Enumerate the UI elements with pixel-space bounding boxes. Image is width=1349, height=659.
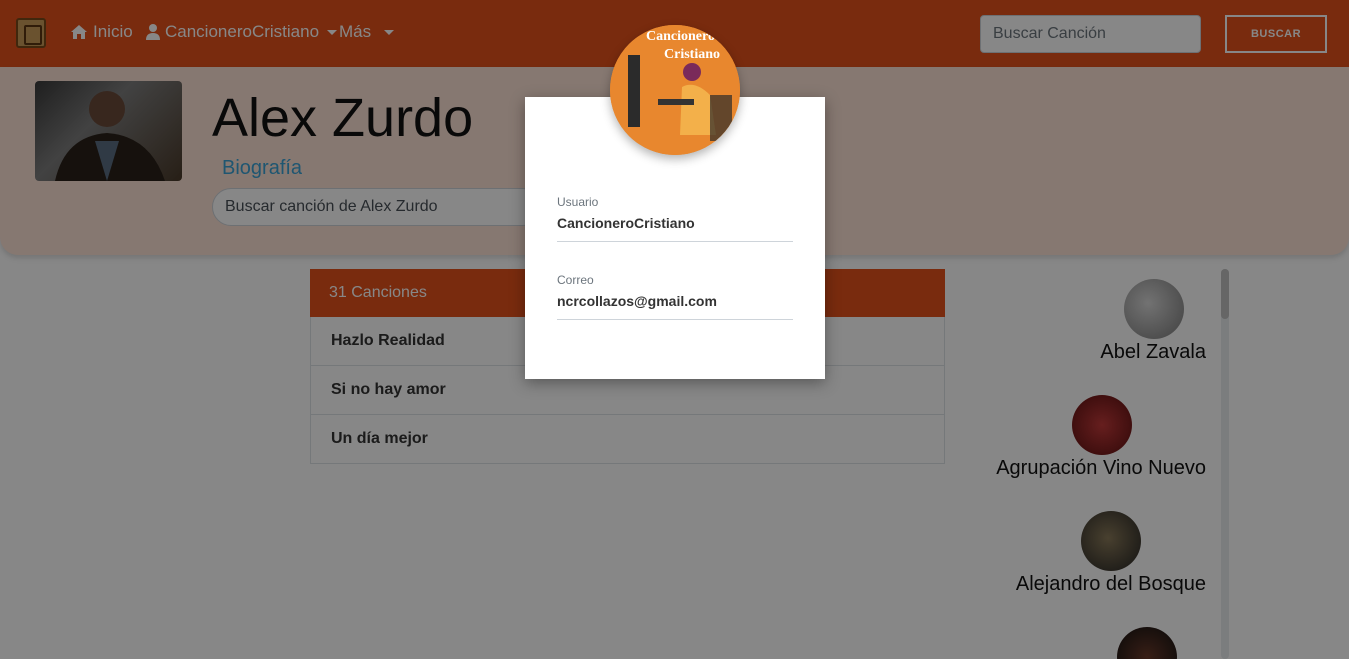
logo-text-line2: Cristiano bbox=[664, 47, 720, 62]
logo-text-line1: Cancionero bbox=[646, 29, 715, 44]
email-label: Correo bbox=[557, 273, 594, 287]
username-label: Usuario bbox=[557, 195, 599, 209]
username-value: CancioneroCristiano bbox=[557, 215, 793, 242]
profile-logo: Cancionero Cristiano bbox=[610, 25, 740, 155]
email-value: ncrcollazos@gmail.com bbox=[557, 293, 793, 320]
